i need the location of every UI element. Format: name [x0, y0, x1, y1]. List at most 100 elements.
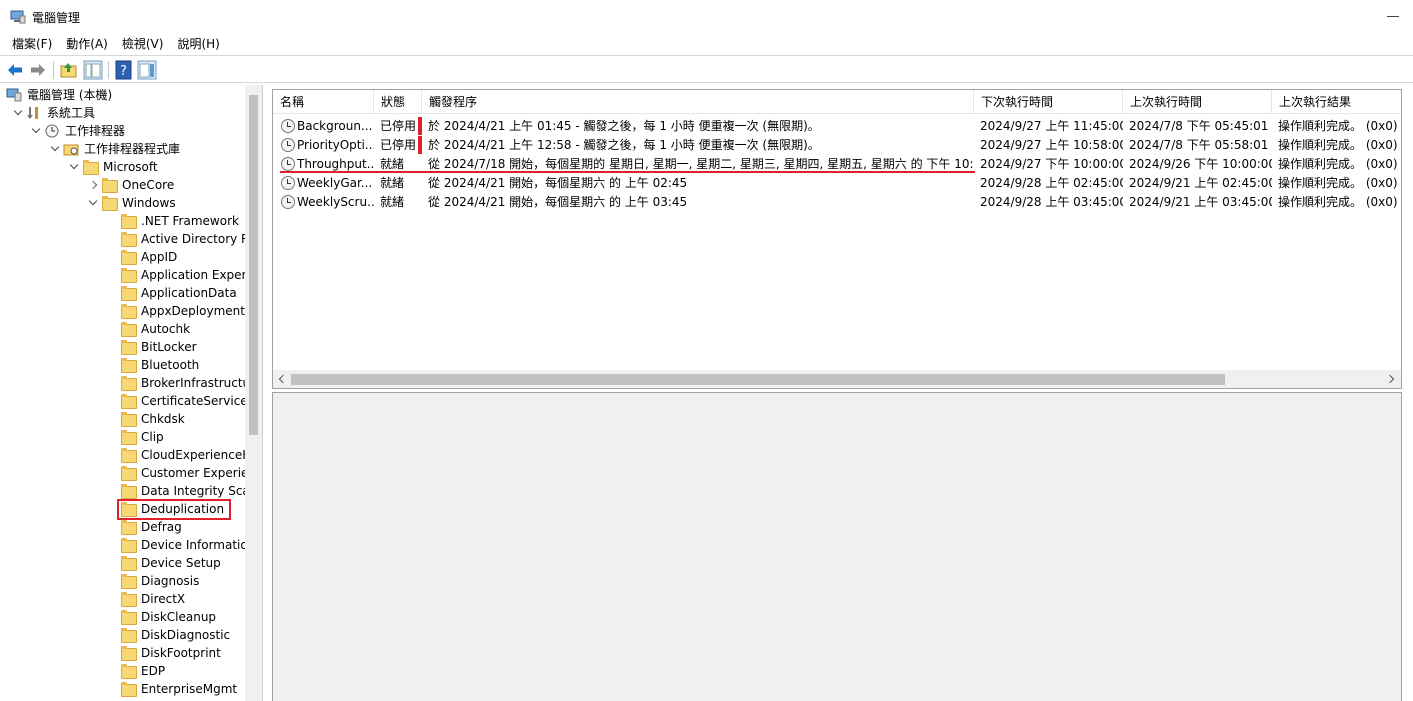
minimize-button[interactable] [1387, 10, 1399, 22]
folder-icon [120, 286, 137, 301]
chevron-right-icon[interactable] [87, 176, 99, 194]
tree-item[interactable]: DiskFootprint [0, 644, 245, 662]
tree-item[interactable]: Customer Experien [0, 464, 256, 482]
task-last-run: 2024/9/21 上午 02:45:00 [1129, 176, 1272, 190]
task-row[interactable]: WeeklyScru... 就緒 從 2024/4/21 開始，每個星期六 的 上午… [273, 193, 1401, 212]
scrollbar-thumb[interactable] [291, 374, 1225, 385]
tree-item[interactable]: Device Setup [0, 554, 245, 572]
menu-view[interactable]: 檢視(V) [115, 34, 171, 54]
scroll-left-arrow-icon[interactable] [273, 370, 291, 388]
column-header-trigger[interactable]: 觸發程序 [422, 90, 974, 114]
tree-item[interactable]: ApplicationData [0, 284, 245, 302]
tree-item[interactable]: Clip [0, 428, 245, 446]
folder-icon [120, 556, 137, 571]
tree-item[interactable]: Bluetooth [0, 356, 245, 374]
task-status: 就緒 [380, 176, 405, 190]
tree-item[interactable]: Application Experi [0, 266, 250, 284]
tree-item[interactable]: AppxDeploymentC [0, 302, 253, 320]
svg-text:?: ? [120, 64, 127, 79]
help-icon[interactable]: ? [114, 60, 134, 80]
scroll-right-arrow-icon[interactable] [1383, 370, 1401, 388]
tree-item-label: CertificateServices [141, 394, 254, 408]
task-row[interactable]: PriorityOpti... 已停用於 2024/4/21 上午 12:58 -… [273, 136, 1401, 155]
tree-item-label: Customer Experien [141, 466, 257, 480]
tree-item[interactable]: EnterpriseMgmt [0, 680, 245, 698]
chevron-down-icon[interactable] [30, 122, 42, 140]
column-header-next-run[interactable]: 下次執行時間 [974, 90, 1123, 114]
chevron-down-icon[interactable] [12, 104, 24, 122]
column-header-last-result[interactable]: 上次執行結果 [1272, 90, 1401, 114]
folder-icon [120, 592, 137, 607]
tree-item[interactable]: EDP [0, 662, 245, 680]
tree-item[interactable]: 工作排程器程式庫 [0, 140, 245, 158]
tree-item[interactable]: AppID [0, 248, 245, 266]
tree-item-label: Device Setup [141, 556, 221, 570]
tree-item[interactable]: CloudExperienceH [0, 446, 251, 464]
forward-arrow-icon[interactable] [28, 60, 48, 80]
tree-item[interactable]: Diagnosis [0, 572, 245, 590]
tree-item-label: OneCore [122, 178, 175, 192]
tree-item[interactable]: DiskDiagnostic [0, 626, 245, 644]
task-status: 已停用 [380, 119, 417, 133]
task-next-run: 2024/9/27 上午 10:58:00 [980, 138, 1123, 152]
task-name: Backgroun... [297, 119, 373, 133]
clock-icon [44, 124, 60, 138]
tree-item[interactable]: 工作排程器 [0, 122, 245, 140]
folder-icon [120, 520, 137, 535]
tree-item[interactable]: Data Integrity Scar [0, 482, 255, 500]
chevron-down-icon[interactable] [49, 140, 61, 158]
tree-item[interactable]: Windows [0, 194, 245, 212]
tree-item[interactable]: 電腦管理 (本機) [0, 86, 245, 104]
tree-item[interactable]: OneCore [0, 176, 245, 194]
menu-action[interactable]: 動作(A) [59, 34, 115, 54]
scrollbar-thumb[interactable] [249, 95, 258, 435]
tree-vertical-scrollbar[interactable] [245, 85, 262, 701]
tree-item-label: Defrag [141, 520, 182, 534]
menu-help[interactable]: 說明(H) [170, 34, 226, 54]
tree-item-label: Microsoft [103, 160, 158, 174]
tree-item[interactable]: DiskCleanup [0, 608, 245, 626]
tree-item[interactable]: DirectX [0, 590, 245, 608]
up-folder-icon[interactable] [59, 60, 79, 80]
task-name: PriorityOpti... [297, 138, 374, 152]
tree-item[interactable]: .NET Framework [0, 212, 245, 230]
column-header-name[interactable]: 名稱 [273, 90, 374, 114]
tree-item-label: Chkdsk [141, 412, 185, 426]
show-hide-action-pane-icon[interactable] [137, 60, 157, 80]
tree-item[interactable]: BitLocker [0, 338, 245, 356]
task-list-horizontal-scrollbar[interactable] [273, 370, 1401, 388]
tree-item[interactable]: BrokerInfrastructur [0, 374, 255, 392]
tree-item[interactable]: Active Directory Ri [0, 230, 253, 248]
tree-item[interactable]: Microsoft [0, 158, 245, 176]
task-row[interactable]: Backgroun... 已停用於 2024/4/21 上午 01:45 - 觸發… [273, 117, 1401, 136]
tree-item[interactable]: 系統工具 [0, 104, 245, 122]
selected-item-highlight [117, 499, 231, 520]
tree-item-label: Windows [122, 196, 176, 210]
task-row[interactable]: WeeklyGar... 就緒 從 2024/4/21 開始，每個星期六 的 上午 … [273, 174, 1401, 193]
menu-file[interactable]: 檔案(F) [0, 34, 59, 54]
tree-item-label: DiskCleanup [141, 610, 217, 624]
task-next-run: 2024/9/28 上午 02:45:00 [980, 176, 1123, 190]
task-last-run: 2024/7/8 下午 05:45:01 [1129, 119, 1269, 133]
show-hide-console-tree-icon[interactable] [83, 60, 103, 80]
chevron-down-icon[interactable] [68, 158, 80, 176]
tree-item[interactable]: Chkdsk [0, 410, 245, 428]
tree-item-label: 系統工具 [47, 106, 96, 120]
tree-item[interactable]: Autochk [0, 320, 245, 338]
menu-bar: 檔案(F) 動作(A) 檢視(V) 說明(H) [0, 34, 1413, 54]
tree-item[interactable]: CertificateServices [0, 392, 254, 410]
task-last-run: 2024/9/21 上午 03:45:00 [1129, 195, 1272, 209]
task-trigger: 從 2024/4/21 開始，每個星期六 的 上午 02:45 [428, 176, 688, 190]
chevron-down-icon[interactable] [87, 194, 99, 212]
tools-icon [26, 106, 42, 120]
column-header-last-run[interactable]: 上次執行時間 [1123, 90, 1272, 114]
task-detail-pane [272, 392, 1402, 701]
column-header-status[interactable]: 狀態 [374, 90, 422, 114]
tree-item[interactable]: Defrag [0, 518, 245, 536]
task-last-run: 2024/9/26 下午 10:00:00 [1129, 157, 1272, 171]
tree-item[interactable]: Device Information [0, 536, 255, 554]
back-arrow-icon[interactable] [5, 60, 25, 80]
window-title: 電腦管理 [32, 11, 81, 25]
folder-icon [120, 628, 137, 643]
task-trigger: 從 2024/4/21 開始，每個星期六 的 上午 03:45 [428, 195, 688, 209]
